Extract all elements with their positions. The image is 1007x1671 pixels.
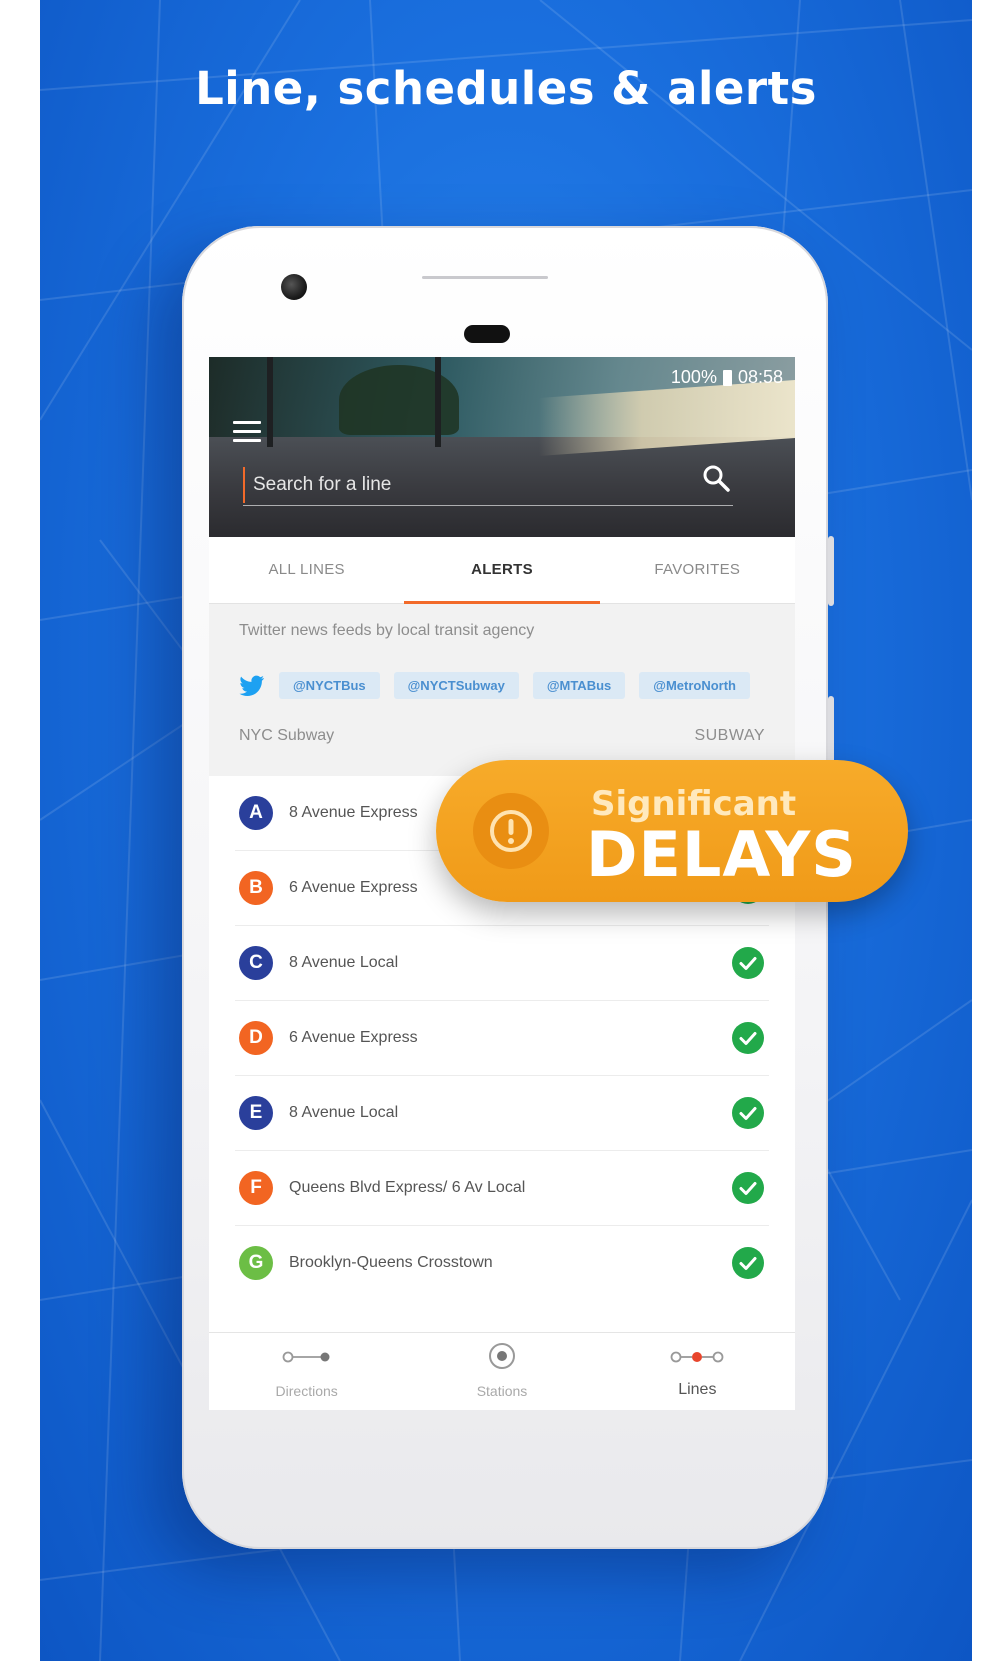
menu-icon[interactable] (233, 421, 261, 443)
twitter-feeds: Twitter news feeds by local transit agen… (209, 604, 795, 776)
speaker-grille (422, 276, 548, 279)
list-item[interactable]: F Queens Blvd Express/ 6 Av Local (235, 1151, 769, 1226)
tab-favorites[interactable]: FAVORITES (600, 537, 795, 603)
line-badge: D (239, 1021, 273, 1055)
list-item[interactable]: E 8 Avenue Local (235, 1076, 769, 1151)
bottom-navigation: Directions Stations Lines (209, 1332, 795, 1410)
search-underline (243, 505, 733, 506)
lines-icon (670, 1351, 724, 1363)
tab-bar: ALL LINES ALERTS FAVORITES (209, 537, 795, 604)
line-badge: B (239, 871, 273, 905)
check-circle-icon (732, 947, 764, 979)
header-photo-pole (435, 357, 441, 447)
headline: Line, schedules & alerts (195, 62, 817, 115)
twitter-handle[interactable]: @NYCTSubway (393, 672, 519, 699)
alert-icon-background (473, 793, 549, 869)
section-header: NYC Subway SUBWAY (239, 727, 765, 745)
twitter-handle[interactable]: @MTABus (532, 672, 626, 699)
nav-label: Directions (275, 1383, 338, 1399)
alert-title: DELAYS (586, 818, 857, 891)
nav-lines[interactable]: Lines (600, 1333, 795, 1410)
check-circle-icon (732, 1022, 764, 1054)
line-name: 6 Avenue Express (289, 1029, 418, 1046)
status-bar: 100% 08:58 (671, 367, 783, 388)
twitter-caption: Twitter news feeds by local transit agen… (239, 622, 535, 639)
line-name: 8 Avenue Local (289, 1104, 399, 1121)
section-type: SUBWAY (694, 727, 765, 744)
delay-alert-badge: Significant DELAYS (436, 760, 908, 902)
directions-icon (282, 1351, 330, 1363)
line-name: Brooklyn-Queens Crosstown (289, 1254, 493, 1271)
tab-all-lines[interactable]: ALL LINES (209, 537, 404, 603)
line-badge: F (239, 1171, 273, 1205)
check-circle-icon (732, 1247, 764, 1279)
twitter-handles: @NYCTBus @NYCTSubway @MTABus @MetroNorth (239, 672, 750, 699)
nav-stations[interactable]: Stations (404, 1333, 599, 1410)
twitter-icon (239, 675, 264, 696)
line-badge: C (239, 946, 273, 980)
tab-alerts[interactable]: ALERTS (404, 537, 600, 604)
nav-label: Stations (476, 1383, 528, 1399)
list-item[interactable]: C 8 Avenue Local (235, 926, 769, 1001)
battery-icon (722, 369, 732, 386)
header-photo-trees (339, 365, 459, 435)
clock: 08:58 (737, 367, 783, 387)
list-item[interactable]: G Brooklyn-Queens Crosstown (235, 1226, 769, 1300)
line-badge: E (239, 1096, 273, 1130)
twitter-handle[interactable]: @NYCTBus (279, 672, 380, 699)
check-circle-icon (732, 1097, 764, 1129)
phone-button (828, 536, 834, 606)
header-photo-pole (267, 357, 273, 447)
stations-icon (488, 1343, 515, 1369)
line-badge: A (239, 796, 273, 830)
line-badge: G (239, 1246, 273, 1280)
check-circle-icon (732, 1172, 764, 1204)
search-input[interactable] (243, 467, 675, 503)
line-name: 8 Avenue Local (289, 954, 399, 971)
header-banner: 100% 08:58 (209, 357, 795, 537)
twitter-handle[interactable]: @MetroNorth (639, 672, 750, 699)
nav-label: Lines (678, 1381, 717, 1398)
battery-level: 100% (670, 367, 717, 387)
front-camera (281, 274, 307, 300)
nav-directions[interactable]: Directions (209, 1333, 404, 1410)
search-icon[interactable] (701, 463, 731, 493)
section-title: NYC Subway (239, 727, 335, 744)
line-name: Queens Blvd Express/ 6 Av Local (289, 1179, 526, 1196)
earpiece (464, 325, 510, 343)
exclamation-icon (490, 810, 532, 852)
list-item[interactable]: D 6 Avenue Express (235, 1001, 769, 1076)
